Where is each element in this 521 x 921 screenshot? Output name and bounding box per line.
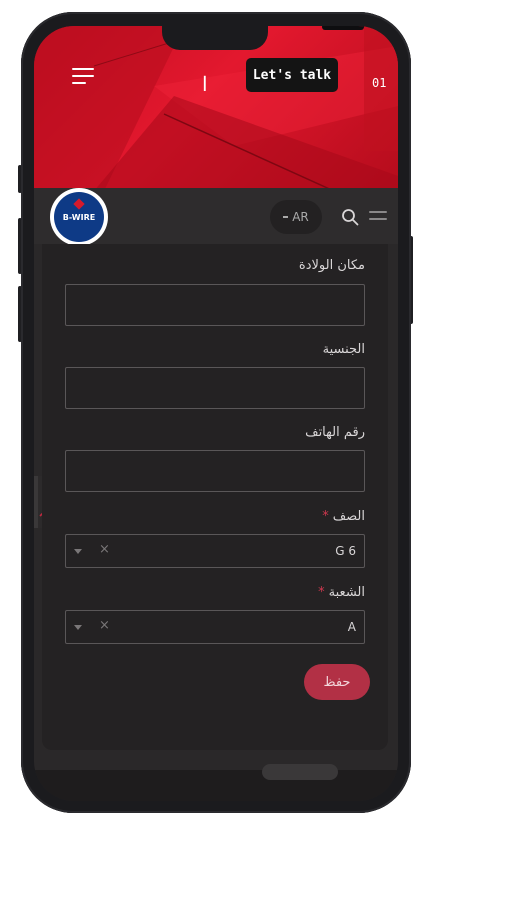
nationality-input[interactable] xyxy=(65,367,365,409)
section-label: الشعبة* xyxy=(318,585,365,600)
required-mark: * xyxy=(318,585,325,600)
phone-input[interactable] xyxy=(65,450,365,492)
save-button[interactable]: حفظ xyxy=(304,664,370,700)
chevron-down-icon[interactable] xyxy=(74,625,82,630)
nationality-label: الجنسية xyxy=(322,342,365,357)
home-indicator xyxy=(262,764,338,780)
student-form: مكان الولادة الجنسية رقم الهاتف الصف* G … xyxy=(42,244,388,750)
clear-section-icon[interactable]: × xyxy=(99,618,110,633)
bottom-bar xyxy=(34,770,398,801)
brand-logo[interactable]: B-WIRE xyxy=(50,188,108,246)
speaker-grille xyxy=(322,26,364,30)
chevron-down-icon[interactable] xyxy=(74,549,82,554)
logo-text: B-WIRE xyxy=(62,212,96,222)
slide-number: 01 xyxy=(372,76,387,90)
language-switcher[interactable]: AR xyxy=(270,200,322,234)
grade-select[interactable]: G 6 × xyxy=(65,534,365,568)
clear-grade-icon[interactable]: × xyxy=(99,542,110,557)
dropdown-indicator-icon xyxy=(283,216,289,218)
menu-icon[interactable] xyxy=(369,211,387,221)
grade-label: الصف* xyxy=(322,509,365,524)
birthplace-input[interactable] xyxy=(65,284,365,326)
grade-label-text: الصف xyxy=(332,509,365,524)
lets-talk-button[interactable]: Let's talk xyxy=(246,58,338,92)
hamburger-menu-icon[interactable] xyxy=(72,68,94,84)
birthplace-label: مكان الولادة xyxy=(298,258,365,273)
logo-mark-icon xyxy=(73,198,85,210)
hero-heading-fragment: ا xyxy=(202,72,208,96)
section-select[interactable]: A × xyxy=(65,610,365,644)
search-icon[interactable] xyxy=(341,208,359,226)
phone-notch xyxy=(162,26,364,50)
section-selected-value: A xyxy=(347,620,356,634)
phone-label: رقم الهاتف xyxy=(305,425,365,440)
required-mark: * xyxy=(322,509,329,524)
language-label: AR xyxy=(292,210,309,224)
hero-banner: ا Let's talk 01 xyxy=(34,26,398,191)
hero-pattern xyxy=(34,26,398,191)
phone-screen: ا Let's talk 01 B-WIRE AR مكان الولادة ا… xyxy=(34,26,398,801)
logo-badge: B-WIRE xyxy=(54,192,104,242)
grade-selected-value: G 6 xyxy=(335,544,356,558)
section-label-text: الشعبة xyxy=(328,585,365,600)
side-tab-edge xyxy=(34,476,38,528)
